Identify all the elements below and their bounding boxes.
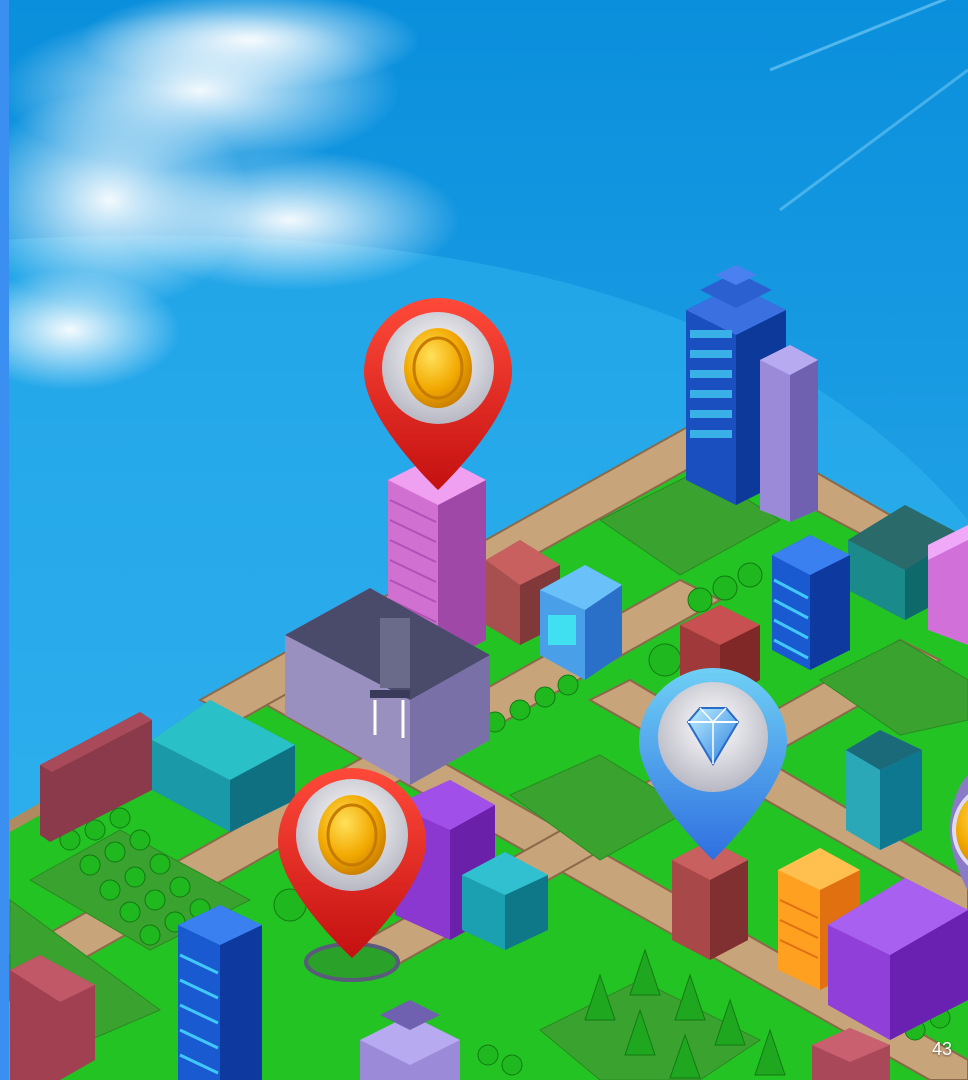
blue-striped-tower [772, 535, 850, 670]
game-map-stage: 43 [0, 0, 968, 1080]
maroon-small-building [672, 840, 748, 960]
page-number: 43 [931, 1039, 952, 1059]
blue-tower-bottom [178, 905, 262, 1080]
pink-building [928, 525, 968, 645]
isometric-city-map [0, 0, 968, 1080]
teal-box [846, 730, 922, 850]
coin-icon [404, 328, 472, 408]
coin-icon [318, 795, 386, 875]
left-edge-stripe [0, 0, 9, 1080]
lavender-tower [760, 345, 818, 522]
